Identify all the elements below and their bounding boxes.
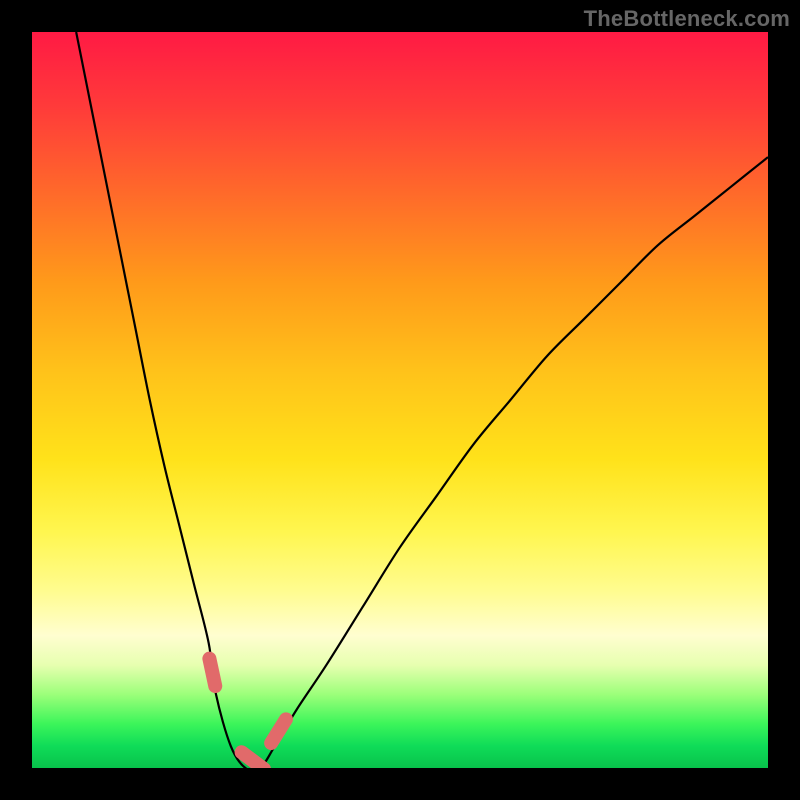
bottleneck-curve xyxy=(76,32,768,768)
left-descent-marker xyxy=(209,659,215,686)
chart-frame: TheBottleneck.com xyxy=(0,0,800,800)
trough-marker xyxy=(242,752,264,768)
right-ascent-marker xyxy=(271,719,286,743)
chart-svg xyxy=(32,32,768,768)
plot-area xyxy=(32,32,768,768)
watermark-label: TheBottleneck.com xyxy=(584,6,790,32)
